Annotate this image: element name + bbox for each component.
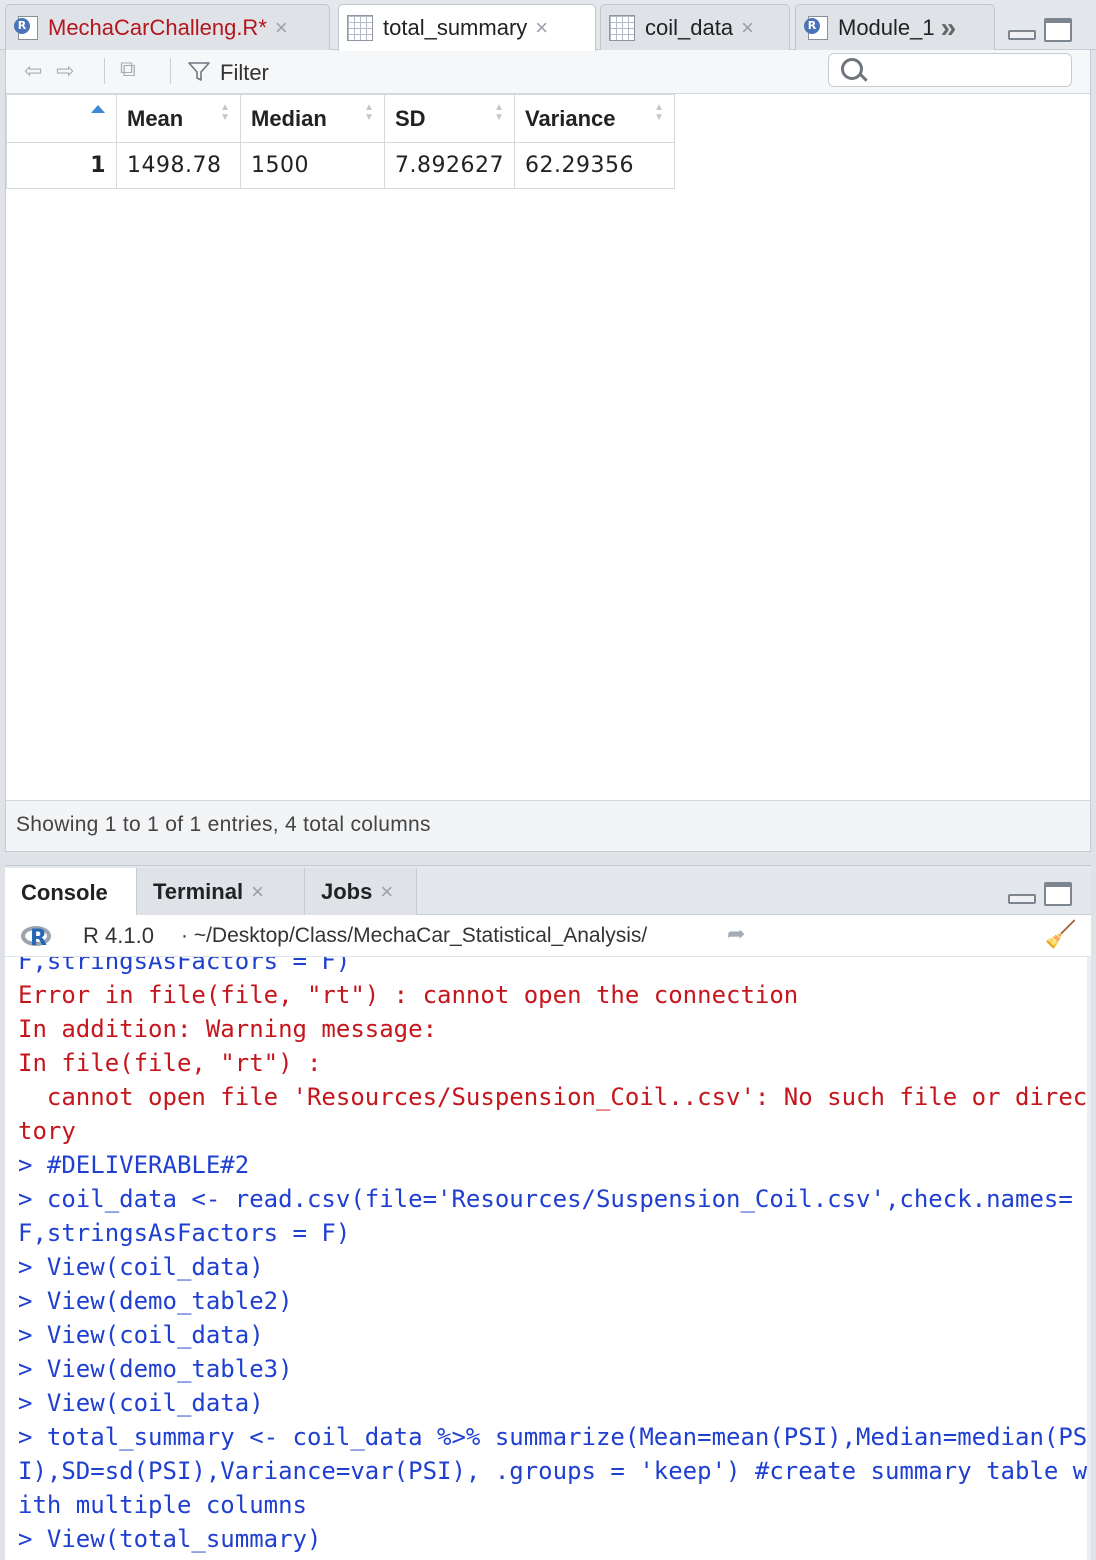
- tab-jobs[interactable]: Jobs ×: [305, 868, 417, 916]
- filter-button[interactable]: Filter: [220, 60, 269, 86]
- r-script-icon: R: [14, 15, 40, 40]
- console-line: > #DELIVERABLE#2: [18, 1151, 250, 1179]
- r-version-label: R 4.1.0: [83, 923, 154, 948]
- minimize-pane-icon[interactable]: [1008, 894, 1036, 904]
- console-tab-bar: Console Terminal × Jobs ×: [5, 865, 1091, 917]
- console-output[interactable]: F,stringsAsFactors = F) Error in file(fil…: [5, 957, 1091, 1560]
- r-script-icon: R: [804, 15, 830, 40]
- maximize-pane-icon[interactable]: [1044, 882, 1072, 906]
- column-header-variance[interactable]: Variance ▲ ▼: [513, 94, 675, 143]
- console-line: In addition: Warning message:: [18, 1015, 438, 1043]
- popout-window-icon[interactable]: ⧉: [120, 56, 136, 82]
- column-header-median[interactable]: Median ▲ ▼: [240, 94, 385, 143]
- column-header-rownames[interactable]: [6, 94, 117, 143]
- table-row[interactable]: 1 1498.78 1500 7.892627 62.29356: [6, 142, 675, 189]
- column-label: Mean: [127, 105, 184, 131]
- filter-icon[interactable]: [188, 62, 210, 82]
- console-header: R R 4.1.0 · ~/Desktop/Class/MechaCar_Sta…: [5, 915, 1091, 957]
- sort-icon[interactable]: ▲ ▼: [364, 103, 374, 123]
- search-icon-handle: [859, 73, 868, 82]
- tab-label: Terminal: [153, 879, 244, 904]
- working-directory-path: · ~/Desktop/Class/MechaCar_Statistical_A…: [181, 924, 648, 947]
- viewer-toolbar: ⇦ ⇨ ⧉ Filter: [6, 50, 1090, 94]
- console-line: F,stringsAsFactors = F): [18, 957, 351, 975]
- entries-status-text: Showing 1 to 1 of 1 entries, 4 total col…: [16, 813, 431, 836]
- table-status-bar: Showing 1 to 1 of 1 entries, 4 total col…: [6, 800, 1090, 851]
- data-table-icon: [347, 15, 373, 41]
- close-icon[interactable]: ×: [275, 15, 288, 41]
- maximize-pane-icon[interactable]: [1044, 18, 1072, 42]
- median-cell[interactable]: 1500: [240, 142, 385, 189]
- editor-tab-bar: R MechaCarChalleng.R* × total_summary × …: [0, 0, 1096, 51]
- console-line: I),SD=sd(PSI),Variance=var(PSI), .groups…: [18, 1457, 1088, 1485]
- console-line: ith multiple columns: [18, 1491, 307, 1519]
- go-to-directory-icon[interactable]: ➦: [727, 921, 745, 947]
- console-line: cannot open file 'Resources/Suspension_C…: [18, 1083, 1088, 1111]
- close-icon[interactable]: ×: [251, 879, 264, 905]
- tab-terminal[interactable]: Terminal ×: [137, 868, 305, 916]
- console-line: tory: [18, 1117, 76, 1145]
- console-line: F,stringsAsFactors = F): [18, 1219, 351, 1247]
- back-arrow-icon[interactable]: ⇦: [24, 58, 42, 84]
- tab-label: Module_1: [838, 14, 935, 40]
- close-icon[interactable]: ×: [741, 15, 754, 41]
- console-line: > View(total_summary): [18, 1525, 322, 1553]
- sort-icon[interactable]: ▲ ▼: [494, 103, 504, 123]
- mean-cell[interactable]: 1498.78: [116, 142, 241, 189]
- toolbar-divider: [170, 58, 171, 84]
- column-label: Variance: [524, 105, 616, 131]
- console-line: > View(demo_table3): [18, 1355, 293, 1383]
- console-line: > View(coil_data): [18, 1321, 264, 1349]
- column-label: Median: [251, 105, 327, 131]
- tab-mechacar-script[interactable]: R MechaCarChalleng.R* ×: [5, 4, 330, 50]
- close-icon[interactable]: ×: [535, 15, 548, 41]
- console-lines: F,stringsAsFactors = F) Error in file(fil…: [18, 957, 1091, 1556]
- tab-overflow-icon[interactable]: »: [941, 12, 957, 44]
- column-label: SD: [395, 105, 426, 131]
- tab-label: total_summary: [383, 15, 528, 40]
- close-icon[interactable]: ×: [380, 879, 393, 905]
- console-line: > coil_data <- read.csv(file='Resources/…: [18, 1185, 1073, 1213]
- toolbar-divider: [104, 58, 105, 84]
- sort-icon[interactable]: ▲ ▼: [220, 103, 230, 123]
- sort-ascending-icon[interactable]: [91, 105, 105, 113]
- column-header-sd[interactable]: SD ▲ ▼: [384, 94, 515, 143]
- tab-coil-data[interactable]: coil_data ×: [600, 4, 790, 50]
- tab-module[interactable]: R Module_1 »: [795, 4, 995, 50]
- tab-label: coil_data: [645, 14, 734, 40]
- console-line: > View(demo_table2): [18, 1287, 293, 1315]
- console-line: > View(coil_data): [18, 1389, 264, 1417]
- data-viewer-pane: ⇦ ⇨ ⧉ Filter Mean ▲ ▼ Median ▲ ▼ SD ▲ ▼ …: [5, 50, 1091, 852]
- clear-console-broom-icon[interactable]: 🧹: [1045, 919, 1077, 950]
- console-line: In file(file, "rt") :: [18, 1049, 322, 1077]
- console-scrollbar[interactable]: [1087, 957, 1091, 1560]
- tab-label: MechaCarChalleng.R*: [48, 14, 267, 40]
- data-table: Mean ▲▼ Median ▲▼ SD ▲▼ Variance ▲▼: [6, 94, 675, 189]
- forward-arrow-icon[interactable]: ⇨: [56, 58, 74, 84]
- search-input[interactable]: [828, 53, 1072, 87]
- console-line: > total_summary <- coil_data %>% summari…: [18, 1423, 1088, 1451]
- variance-cell[interactable]: 62.29356: [513, 142, 675, 189]
- sd-cell[interactable]: 7.892627: [384, 142, 515, 189]
- table-header-row: Mean ▲ ▼ Median ▲ ▼ SD ▲ ▼ Variance ▲ ▼: [6, 94, 675, 143]
- tab-console[interactable]: Console: [5, 868, 137, 917]
- row-number-cell: 1: [6, 142, 117, 189]
- console-line: Error in file(file, "rt") : cannot open …: [18, 981, 799, 1009]
- minimize-pane-icon[interactable]: [1008, 30, 1036, 40]
- tab-label: Console: [21, 879, 108, 905]
- tab-label: Jobs: [321, 879, 373, 904]
- tab-total-summary[interactable]: total_summary ×: [338, 4, 596, 51]
- r-logo-icon: R: [21, 924, 53, 951]
- data-table-icon: [609, 14, 635, 41]
- column-header-mean[interactable]: Mean ▲ ▼: [116, 94, 241, 143]
- console-line: > View(coil_data): [18, 1253, 264, 1281]
- sort-icon[interactable]: ▲ ▼: [654, 103, 664, 123]
